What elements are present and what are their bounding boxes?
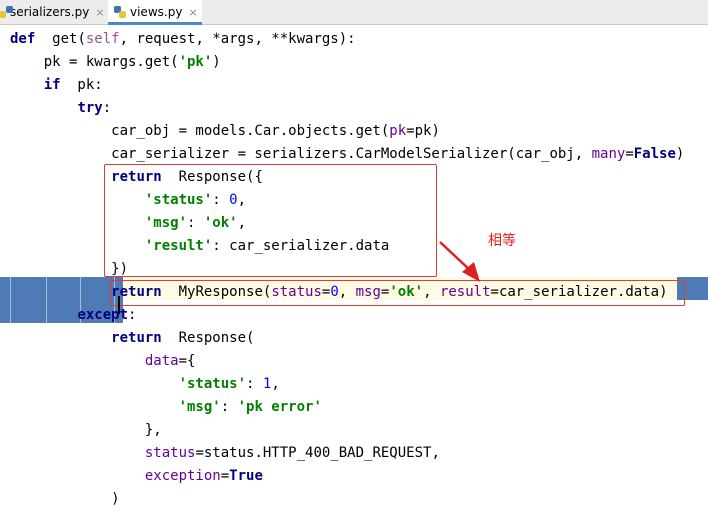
red-arrow <box>439 241 480 282</box>
annotation-label: 相等 <box>488 233 516 249</box>
text-caret <box>118 296 120 314</box>
